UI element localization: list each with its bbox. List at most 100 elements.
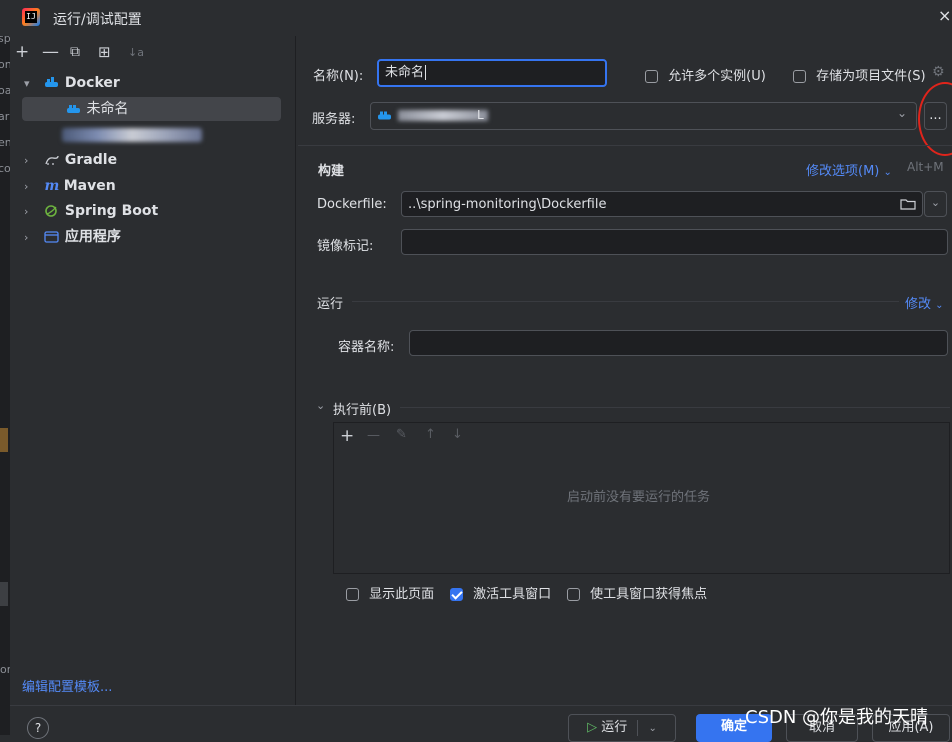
chevron-down-icon: ⌄ <box>935 300 944 311</box>
strip-marker <box>0 428 8 452</box>
chevron-down-icon[interactable]: ⌄ <box>897 106 907 120</box>
chevron-right-icon: › <box>24 154 29 167</box>
modify-run-link[interactable]: 修改 ⌄ <box>905 293 944 312</box>
edit-task-icon[interactable]: ✎ <box>396 427 407 442</box>
dockerfile-label: Dockerfile: <box>317 197 387 212</box>
intellij-app-icon: IJ <box>22 8 40 26</box>
server-label: 服务器: <box>312 112 356 127</box>
chevron-right-icon: › <box>24 180 29 193</box>
tree-node-label: Maven <box>63 178 116 194</box>
tree-node-gradle[interactable]: › Gradle <box>24 148 117 172</box>
shortcut-hint: Alt+M <box>907 160 944 174</box>
tree-node-label: Gradle <box>64 152 118 168</box>
tree-node-unnamed[interactable]: 未命名 <box>66 97 128 121</box>
focus-tool-window-checkbox[interactable]: 使工具窗口获得焦点 <box>567 583 707 602</box>
run-section-title: 运行 <box>317 297 344 312</box>
allow-multiple-label: 允许多个实例(U) <box>668 69 766 84</box>
move-up-icon[interactable]: ↑ <box>425 427 436 442</box>
name-input-value: 未命名 <box>385 65 425 80</box>
remove-icon[interactable]: — <box>42 42 59 62</box>
chevron-right-icon: › <box>24 205 29 218</box>
background-window-strip: D sp on oa ar en co <box>0 0 10 735</box>
modify-options-label: 修改选项(M) <box>806 164 880 179</box>
name-label: 名称(N): <box>313 69 364 84</box>
tree-node-label: Spring Boot <box>64 203 159 219</box>
dockerfile-value: ..\spring-monitoring\Dockerfile <box>408 197 607 212</box>
modify-options-link[interactable]: 修改选项(M) ⌄ <box>806 160 892 179</box>
tree-node-label: 应用程序 <box>64 229 121 245</box>
watermark-text: CSDN @你是我的天晴 <box>745 707 929 728</box>
checkbox-box[interactable] <box>346 588 359 601</box>
tree-node-label: 未命名 <box>86 101 129 117</box>
store-project-file-checkbox[interactable]: 存储为项目文件(S) <box>793 65 926 84</box>
strip-text: en <box>0 136 10 149</box>
allow-multiple-checkbox[interactable]: 允许多个实例(U) <box>645 65 766 84</box>
checkbox-box[interactable] <box>645 70 658 83</box>
gear-icon[interactable]: ⚙ <box>932 64 945 80</box>
checkbox-box[interactable] <box>793 70 806 83</box>
folder-icon[interactable] <box>900 197 916 211</box>
store-project-file-label: 存储为项目文件(S) <box>816 69 926 84</box>
image-tag-label: 镜像标记: <box>317 239 374 254</box>
before-launch-title[interactable]: 执行前(B) <box>333 399 391 418</box>
gradle-icon <box>45 155 60 165</box>
maven-icon: m <box>44 178 60 194</box>
text-caret <box>425 65 427 80</box>
edit-templates-link[interactable]: 编辑配置模板... <box>22 676 112 695</box>
container-name-input[interactable] <box>409 330 948 356</box>
container-name-label: 容器名称: <box>338 340 395 355</box>
chevron-down-icon[interactable]: ⌄ <box>649 723 657 734</box>
spring-boot-icon <box>45 205 58 217</box>
copy-icon[interactable]: ⧉ <box>70 44 80 60</box>
chevron-right-icon: › <box>24 231 29 244</box>
name-input[interactable]: 未命名 <box>377 59 607 87</box>
task-list-body <box>334 449 949 573</box>
move-down-icon[interactable]: ↓ <box>452 427 463 442</box>
title-bar <box>0 0 952 36</box>
run-icon: ▷ <box>587 720 598 735</box>
close-icon[interactable]: × <box>938 6 951 25</box>
chevron-down-icon: ▾ <box>24 77 30 90</box>
dockerfile-input[interactable]: ..\spring-monitoring\Dockerfile <box>401 191 923 217</box>
empty-task-text: 启动前没有要运行的任务 <box>567 490 711 505</box>
show-page-checkbox[interactable]: 显示此页面 <box>346 583 434 602</box>
show-page-label: 显示此页面 <box>369 587 435 602</box>
chevron-down-icon: ⌄ <box>883 167 892 178</box>
strip-text: co <box>0 162 10 175</box>
tree-node-spring-boot[interactable]: › Spring Boot <box>24 199 158 223</box>
redacted-server-name <box>398 110 488 121</box>
checkbox-box[interactable] <box>567 588 580 601</box>
sort-icon[interactable]: ↓a <box>128 46 144 59</box>
help-button[interactable]: ? <box>27 717 49 739</box>
window-title: 运行/调试配置 <box>53 12 142 28</box>
image-tag-input[interactable] <box>401 229 948 255</box>
separator <box>400 407 950 408</box>
tree-selection-highlight <box>22 97 281 121</box>
focus-tool-window-label: 使工具窗口获得焦点 <box>590 587 708 602</box>
strip-text: on <box>0 58 10 71</box>
activate-tool-window-checkbox[interactable]: 激活工具窗口 <box>450 583 551 602</box>
strip-marker <box>0 582 8 606</box>
tree-node-maven[interactable]: › m Maven <box>24 174 116 198</box>
tree-node-docker[interactable]: ▾ Docker <box>24 71 120 95</box>
chevron-down-icon[interactable]: ⌄ <box>316 399 325 412</box>
remove-task-icon[interactable]: — <box>367 428 380 443</box>
strip-text: ar <box>0 110 10 123</box>
build-section-title: 构建 <box>318 164 345 179</box>
run-split-button[interactable]: ▷ 运行 ⌄ <box>568 714 676 742</box>
add-task-icon[interactable]: + <box>340 426 354 446</box>
docker-icon <box>67 105 80 113</box>
redacted-tree-node <box>62 128 202 142</box>
strip-text: oa <box>0 84 10 97</box>
docker-icon <box>378 111 391 120</box>
dockerfile-dropdown-button[interactable]: ⌄ <box>924 191 947 217</box>
modify-run-label: 修改 <box>905 297 932 312</box>
tree-node-label: Docker <box>64 75 120 91</box>
checkbox-box-checked[interactable] <box>450 588 463 601</box>
add-icon[interactable]: + <box>15 42 29 62</box>
tree-node-application[interactable]: › 应用程序 <box>24 225 121 249</box>
new-folder-icon[interactable]: ⊞ <box>98 43 111 61</box>
docker-icon <box>45 77 59 87</box>
server-value: L <box>477 108 484 122</box>
activate-tool-window-label: 激活工具窗口 <box>473 587 552 602</box>
